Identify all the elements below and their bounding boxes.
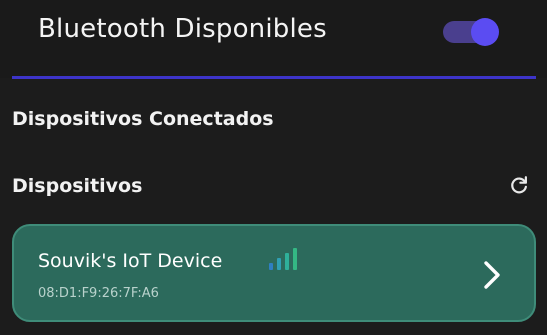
page-title: Bluetooth Disponibles [38, 14, 327, 44]
bluetooth-screen: Bluetooth Disponibles Dispositivos Conec… [0, 0, 547, 335]
signal-strength-icon [269, 248, 297, 270]
refresh-icon[interactable] [508, 174, 530, 196]
chevron-right-icon[interactable] [480, 260, 504, 290]
bluetooth-toggle[interactable] [443, 18, 499, 46]
signal-bar-3 [285, 253, 289, 270]
devices-heading: Dispositivos [12, 175, 143, 197]
signal-bar-1 [269, 263, 273, 270]
device-name: Souvik's IoT Device [38, 250, 223, 272]
header-divider [12, 76, 536, 79]
signal-bar-4 [293, 248, 297, 270]
signal-bar-2 [277, 258, 281, 270]
header: Bluetooth Disponibles [0, 0, 547, 78]
connected-devices-heading: Dispositivos Conectados [12, 108, 274, 130]
device-mac-address: 08:D1:F9:26:7F:A6 [38, 286, 159, 301]
toggle-thumb [471, 18, 499, 46]
device-card[interactable]: Souvik's IoT Device 08:D1:F9:26:7F:A6 [12, 224, 536, 322]
